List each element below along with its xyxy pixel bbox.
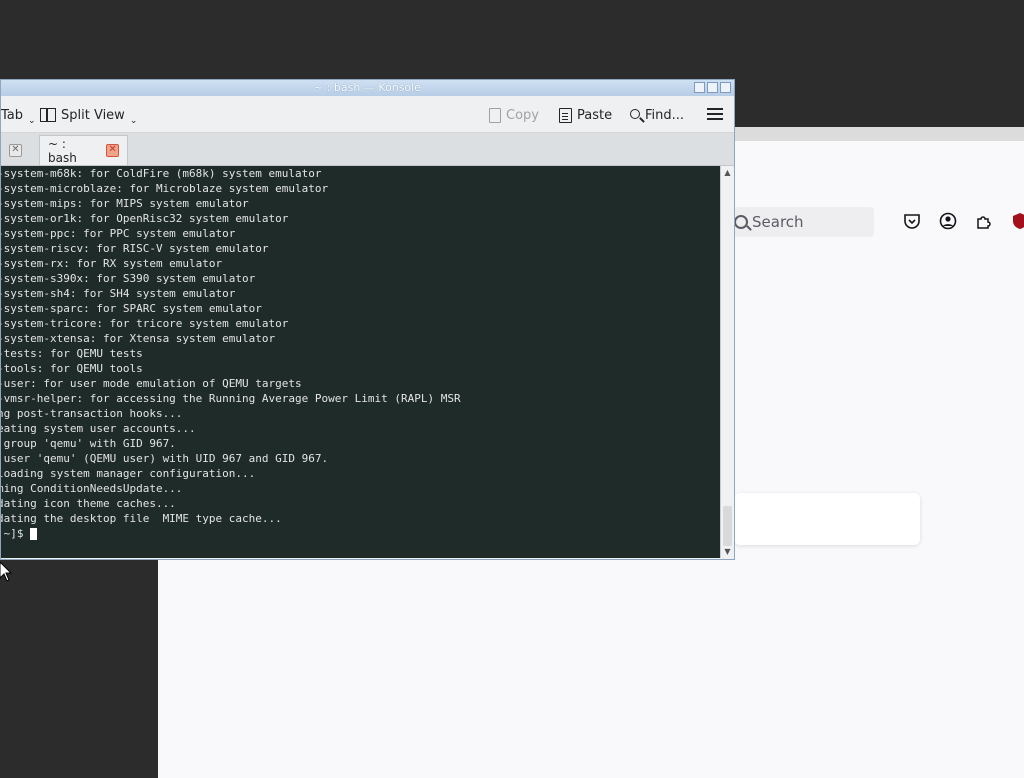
terminal-line: -system-sh4: for SH4 system emulator [1, 287, 236, 300]
terminal-line: ming ConditionNeedsUpdate... [1, 482, 183, 495]
copy-label: Copy [506, 107, 539, 123]
terminal-line: ng post-transaction hooks... [1, 407, 183, 420]
search-input[interactable]: Search [724, 207, 874, 237]
tab-bash[interactable]: ~ : bash ✕ [39, 135, 128, 165]
konsole-toolbar: Tab ⌄ Split View ⌄ Copy Paste Find... [1, 96, 734, 133]
paste-icon [559, 107, 572, 123]
scrollbar[interactable]: ▲ ▼ [720, 166, 734, 558]
chevron-down-icon: ⌄ [129, 116, 138, 126]
new-tab-label: Tab [1, 107, 24, 123]
content-card [734, 493, 920, 545]
chevron-down-icon: ⌄ [28, 116, 36, 126]
text-cursor [30, 528, 38, 540]
terminal-line: loading system manager configuration... [1, 467, 256, 480]
tab-previous[interactable]: ✕ [0, 135, 31, 165]
paste-label: Paste [577, 107, 613, 123]
maximize-button[interactable] [707, 82, 718, 93]
close-button[interactable] [720, 82, 731, 93]
split-view-icon [40, 108, 56, 122]
account-icon[interactable] [938, 211, 958, 231]
terminal-line: dating the desktop file MIME type cache.… [1, 512, 282, 525]
ublock-icon[interactable] [1010, 211, 1024, 231]
search-icon [734, 215, 748, 229]
terminal-line: -system-or1k: for OpenRisc32 system emul… [1, 212, 289, 225]
tab-bar: ✕ ~ : bash ✕ [1, 133, 734, 166]
terminal-lines: -system-m68k: for ColdFire (m68k) system… [1, 166, 720, 526]
terminal-line: -system-mips: for MIPS system emulator [1, 197, 249, 210]
desktop-background [0, 560, 158, 778]
terminal-line: -system-rx: for RX system emulator [1, 257, 223, 270]
minimize-button[interactable] [694, 82, 705, 93]
scroll-down-icon[interactable]: ▼ [723, 547, 732, 556]
prompt: ~]$ [3, 527, 24, 540]
new-tab-button[interactable]: Tab ⌄ [1, 104, 36, 127]
mouse-pointer-icon [0, 562, 13, 582]
terminal-line: -system-m68k: for ColdFire (m68k) system… [1, 167, 322, 180]
terminal-line: -tests: for QEMU tests [1, 347, 143, 360]
terminal-line: -system-tricore: for tricore system emul… [1, 317, 289, 330]
terminal-line: -system-microblaze: for Microblaze syste… [1, 182, 329, 195]
scrollbar-thumb[interactable] [723, 506, 732, 546]
terminal-line: user 'qemu' (QEMU user) with UID 967 and… [1, 452, 329, 465]
terminal-line: -user: for user mode emulation of QEMU t… [1, 377, 302, 390]
menu-icon[interactable] [707, 108, 723, 120]
find-label: Find... [645, 107, 685, 123]
terminal-line: eating system user accounts... [1, 422, 196, 435]
terminal-line: dating icon theme caches... [1, 497, 176, 510]
close-icon[interactable]: ✕ [9, 143, 22, 157]
close-icon[interactable]: ✕ [106, 144, 119, 157]
konsole-window: ~ : bash — Konsole Tab ⌄ Split View ⌄ Co… [0, 79, 735, 560]
paste-button[interactable]: Paste [559, 104, 612, 126]
terminal-prompt-line: ~]$ [1, 526, 720, 541]
terminal-line: -system-sparc: for SPARC system emulator [1, 302, 262, 315]
terminal-output[interactable]: -system-m68k: for ColdFire (m68k) system… [1, 166, 720, 558]
copy-icon [489, 107, 501, 123]
search-placeholder: Search [752, 213, 804, 231]
split-view-label: Split View [61, 107, 125, 123]
terminal-line: -system-xtensa: for Xtensa system emulat… [1, 332, 276, 345]
search-icon [630, 108, 640, 119]
terminal-line: group 'qemu' with GID 967. [1, 437, 176, 450]
extensions-icon[interactable] [974, 211, 994, 231]
terminal-line: -system-ppc: for PPC system emulator [1, 227, 236, 240]
terminal-line: -system-s390x: for S390 system emulator [1, 272, 256, 285]
find-button[interactable]: Find... [630, 104, 684, 126]
window-title[interactable]: ~ : bash — Konsole [1, 80, 734, 96]
scroll-up-icon[interactable]: ▲ [723, 168, 732, 177]
terminal-line: -vmsr-helper: for accessing the Running … [1, 392, 461, 405]
split-view-button[interactable]: Split View ⌄ [40, 104, 137, 126]
pocket-icon[interactable] [902, 211, 922, 231]
terminal-line: -system-riscv: for RISC-V system emulato… [1, 242, 269, 255]
copy-button[interactable]: Copy [489, 104, 539, 126]
tab-label: ~ : bash [48, 136, 77, 165]
terminal-line: -tools: for QEMU tools [1, 362, 143, 375]
